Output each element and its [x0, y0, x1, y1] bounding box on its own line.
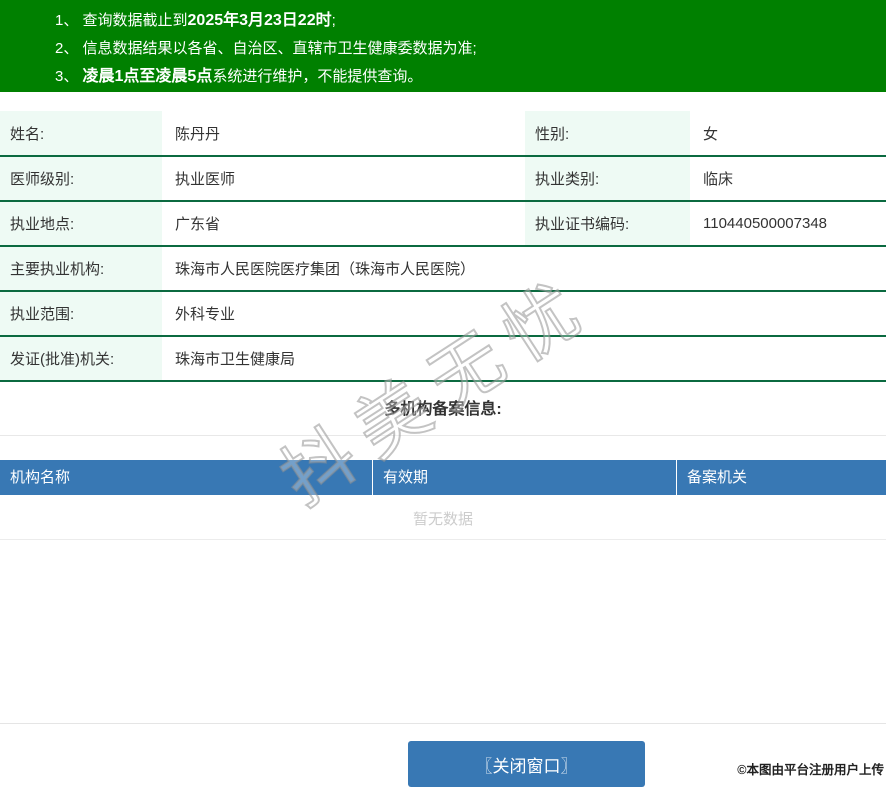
practice-location-value: 广东省 — [162, 201, 525, 247]
notice-line-3-text: 3、 — [55, 68, 83, 85]
name-value: 陈丹丹 — [162, 111, 525, 157]
column-header-filing-authority: 备案机关 — [676, 460, 886, 495]
gender-value: 女 — [690, 111, 886, 157]
practice-scope-value: 外科专业 — [162, 291, 886, 337]
practice-scope-label: 执业范围: — [0, 291, 162, 337]
notice-line-2-text: 2、 信息数据结果以各省、自治区、直辖市卫生健康委数据为准; — [55, 40, 477, 57]
column-header-validity-period: 有效期 — [372, 460, 676, 495]
gender-label: 性别: — [525, 111, 690, 157]
doctor-level-label: 医师级别: — [0, 156, 162, 202]
practice-category-value: 临床 — [690, 156, 886, 202]
column-header-institution-name: 机构名称 — [10, 469, 71, 486]
practice-category-label: 执业类别: — [525, 156, 690, 202]
notice-line-1-text: 1、 查询数据截止到 — [55, 12, 188, 29]
main-institution-label: 主要执业机构: — [0, 246, 162, 292]
notice-banner: 1、 查询数据截止到2025年3月23日22时; 2、 信息数据结果以各省、自治… — [0, 0, 886, 92]
notice-line-2: 2、 信息数据结果以各省、自治区、直辖市卫生健康委数据为准; — [55, 35, 886, 63]
notice-line-3-suffix: 系统进行维护，不能提供查询。 — [212, 68, 423, 85]
doctor-level-value: 执业医师 — [162, 156, 525, 202]
certificate-number-value: 110440500007348 — [690, 201, 886, 247]
table-row: 姓名: 陈丹丹 性别: 女 — [0, 111, 886, 157]
table-row: 执业地点: 广东省 执业证书编码: 110440500007348 — [0, 201, 886, 247]
notice-line-1-suffix: ; — [331, 12, 336, 29]
table-row: 主要执业机构: 珠海市人民医院医疗集团（珠海市人民医院） — [0, 246, 886, 292]
notice-line-3: 3、 凌晨1点至凌晨5点系统进行维护，不能提供查询。 — [55, 63, 886, 91]
name-label: 姓名: — [0, 111, 162, 157]
table-row: 医师级别: 执业医师 执业类别: 临床 — [0, 156, 886, 202]
practitioner-info-table: 姓名: 陈丹丹 性别: 女 医师级别: 执业医师 执业类别: 临床 执业地点: … — [0, 111, 886, 382]
table-row: 执业范围: 外科专业 — [0, 291, 886, 337]
practice-location-label: 执业地点: — [0, 201, 162, 247]
no-data-message: 暂无数据 — [0, 495, 886, 540]
certificate-number-label: 执业证书编码: — [525, 201, 690, 247]
issuing-authority-label: 发证(批准)机关: — [0, 336, 162, 382]
main-institution-value: 珠海市人民医院医疗集团（珠海市人民医院） — [162, 246, 886, 292]
footer-divider — [0, 723, 886, 724]
multi-institution-filing-heading: 多机构备案信息: — [0, 382, 886, 436]
issuing-authority-value: 珠海市卫生健康局 — [162, 336, 886, 382]
close-window-button[interactable]: 〖关闭窗口〗 — [408, 741, 645, 787]
table-row: 发证(批准)机关: 珠海市卫生健康局 — [0, 336, 886, 382]
notice-line-3-bold: 凌晨1点至凌晨5点 — [82, 68, 213, 85]
notice-line-1-bold: 2025年3月23日22时 — [187, 12, 332, 29]
notice-line-1: 1、 查询数据截止到2025年3月23日22时; — [55, 7, 886, 35]
filing-table-header: 机构名称 有效期 备案机关 — [0, 460, 886, 495]
copyright-notice: ©本图由平台注册用户上传 — [737, 763, 884, 777]
